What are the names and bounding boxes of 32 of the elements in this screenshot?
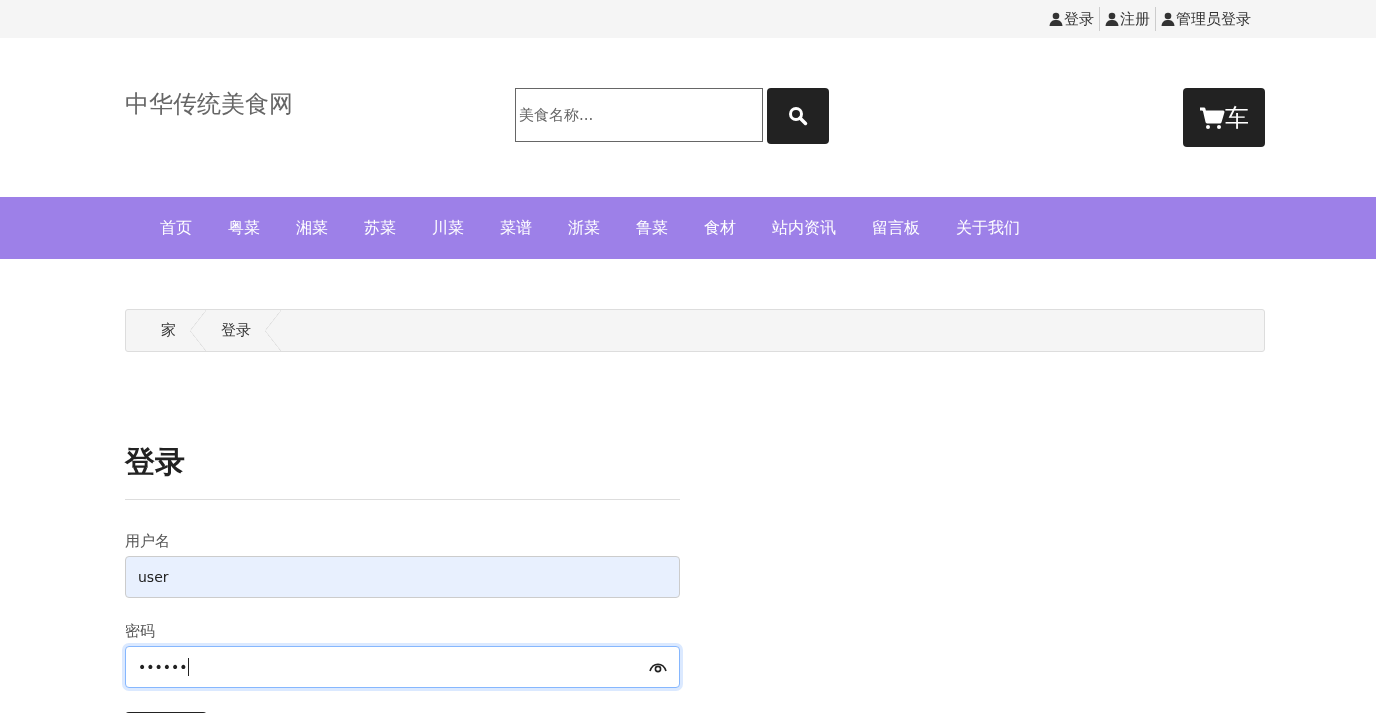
- cart-button[interactable]: 车: [1183, 88, 1265, 147]
- nav-link[interactable]: 菜谱: [482, 217, 550, 239]
- user-icon: [1105, 12, 1119, 26]
- nav-link[interactable]: 粤菜: [210, 217, 278, 239]
- field-label: 用户名: [125, 532, 171, 551]
- nav-link[interactable]: 首页: [142, 217, 210, 239]
- breadcrumb-link[interactable]: 登录: [206, 310, 281, 351]
- nav-link[interactable]: 湘菜: [278, 217, 346, 239]
- nav-link[interactable]: 苏菜: [346, 217, 414, 239]
- top-link[interactable]: 注册: [1099, 7, 1155, 31]
- search-field[interactable]: 美食名称...: [515, 88, 763, 142]
- search-icon: [788, 106, 808, 126]
- form-heading: 登录: [125, 442, 680, 500]
- nav-link[interactable]: 鲁菜: [618, 217, 686, 239]
- breadcrumb-link[interactable]: 家: [146, 310, 206, 351]
- nav-link[interactable]: 留言板: [854, 217, 938, 239]
- nav-link[interactable]: 川菜: [414, 217, 482, 239]
- password-field[interactable]: ••••••: [125, 646, 680, 688]
- top-link[interactable]: 登录: [1044, 7, 1099, 31]
- cart-icon: [1199, 105, 1225, 130]
- user-icon: [1161, 12, 1175, 26]
- user-icon: [1049, 12, 1063, 26]
- field-label: 密码: [125, 622, 156, 641]
- username-field[interactable]: user: [125, 556, 680, 598]
- nav-link[interactable]: 关于我们: [938, 217, 1038, 239]
- nav-link[interactable]: 站内资讯: [754, 217, 854, 239]
- nav-link[interactable]: 食材: [686, 217, 754, 239]
- top-link[interactable]: 管理员登录: [1155, 7, 1256, 31]
- nav-link[interactable]: 浙菜: [550, 217, 618, 239]
- site-title: 中华传统美食网: [125, 89, 294, 120]
- search-button[interactable]: [767, 88, 829, 144]
- eye-icon: [649, 661, 667, 673]
